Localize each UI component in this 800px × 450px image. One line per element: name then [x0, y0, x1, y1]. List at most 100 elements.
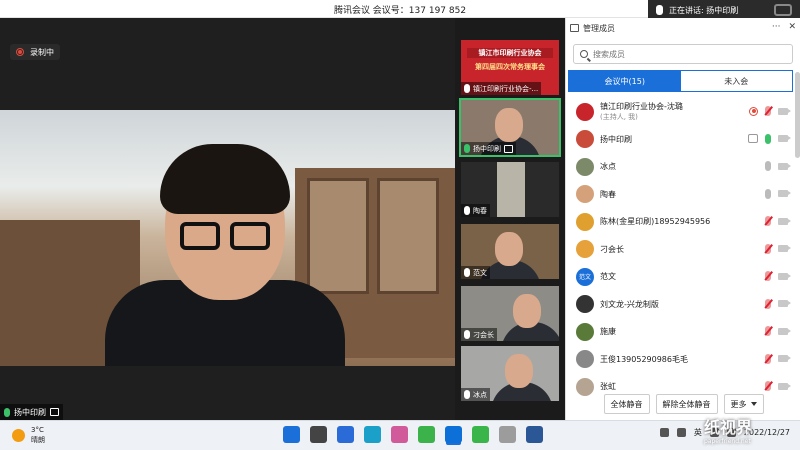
more-icon[interactable]: ···	[772, 22, 781, 32]
mic-muted-icon[interactable]	[765, 353, 771, 364]
main-video[interactable]	[0, 110, 455, 366]
video-thumbnails: 镇江市印刷行业协会 第四届四次常务理事会 镇江印刷行业协会-... 扬中印刷 陶…	[455, 18, 565, 420]
member-row[interactable]: 王俊13905290986毛毛	[566, 346, 794, 374]
windows-start-icon[interactable]	[283, 426, 300, 443]
camera-icon[interactable]	[778, 382, 791, 390]
avatar: 范文	[576, 267, 594, 286]
thumbnail-label: 陶春	[461, 204, 490, 217]
thumbnail-tile[interactable]: 刁会长	[461, 286, 559, 341]
tencent-meeting-icon[interactable]	[445, 426, 462, 443]
thumbnail-tile[interactable]: 冰点	[461, 346, 559, 401]
thumbnail-tile[interactable]: 范文	[461, 224, 559, 279]
member-search[interactable]	[573, 44, 793, 64]
tab-in-meeting[interactable]: 会议中(15)	[569, 71, 681, 91]
member-tabs: 会议中(15) 未入会	[568, 70, 793, 92]
app-icon[interactable]	[499, 426, 516, 443]
thumbnail-tile[interactable]: 扬中印刷	[459, 98, 561, 157]
mic-icon[interactable]	[765, 188, 771, 199]
member-row[interactable]: 扬中印刷	[566, 126, 794, 154]
recording-indicator[interactable]: 录制中	[10, 44, 60, 60]
task-view-icon[interactable]	[310, 426, 327, 443]
edge-browser-icon[interactable]	[364, 426, 381, 443]
camera-icon[interactable]	[778, 272, 791, 280]
screen-icon	[504, 144, 513, 153]
sun-icon	[12, 428, 25, 442]
main-speaker-namebar: 扬中印刷	[0, 404, 63, 420]
search-input[interactable]	[593, 49, 773, 59]
mic-icon	[656, 5, 663, 15]
avatar	[576, 157, 594, 176]
mic-icon	[464, 268, 470, 277]
cloud-icon[interactable]	[659, 428, 669, 437]
word-icon[interactable]	[526, 426, 543, 443]
unmute-all-button[interactable]: 解除全体静音	[655, 394, 718, 414]
member-row[interactable]: 冰点	[566, 153, 794, 181]
mic-tray-icon[interactable]	[676, 428, 686, 437]
mute-all-button[interactable]: 全体静音	[603, 394, 650, 414]
camera-icon[interactable]	[778, 217, 791, 225]
recording-label: 录制中	[30, 47, 54, 57]
member-role: (主持人, 我)	[600, 113, 638, 122]
member-name: 陈林(金星印刷)18952945956	[600, 217, 711, 227]
mic-muted-icon[interactable]	[765, 298, 771, 309]
camera-icon[interactable]	[778, 245, 791, 252]
speaker-figure	[105, 144, 345, 366]
camera-icon[interactable]	[778, 327, 791, 335]
wechat-icon[interactable]	[472, 426, 489, 443]
mic-icon[interactable]	[765, 133, 771, 144]
banner-line-1: 镇江市印刷行业协会	[467, 48, 553, 58]
member-list: 镇江印刷行业协会-沈璐 (主持人, 我) 扬中印刷冰点陶春陈林(金星印刷)18952…	[566, 98, 794, 400]
thumbnail-tile[interactable]: 镇江市印刷行业协会 第四届四次常务理事会 镇江印刷行业协会-...	[461, 40, 559, 95]
scrollbar[interactable]	[795, 72, 800, 158]
avatar	[576, 350, 594, 369]
camera-icon[interactable]	[778, 355, 791, 362]
app-icon[interactable]	[391, 426, 408, 443]
member-name: 施康	[600, 327, 616, 337]
camera-icon[interactable]	[778, 135, 791, 142]
camera-icon[interactable]	[778, 190, 791, 197]
mic-muted-icon[interactable]	[765, 271, 771, 281]
weather-widget[interactable]: 3°C 晴朗	[12, 425, 45, 445]
tab-not-joined[interactable]: 未入会	[681, 71, 793, 91]
members-panel: 管理成员 ··· ✕ 会议中(15) 未入会 镇江印刷行业协会-沈璐(主持人, …	[565, 18, 800, 420]
input-language[interactable]: 英	[694, 427, 702, 438]
taskbar: 3°C 晴朗 英 2022/12/27	[0, 420, 800, 450]
member-name: 范文	[600, 272, 616, 282]
screen-share-icon	[748, 134, 758, 143]
camera-icon[interactable]	[778, 107, 791, 115]
avatar	[576, 212, 594, 231]
member-name: 冰点	[600, 162, 616, 172]
member-row[interactable]: 范文 范文	[566, 263, 794, 291]
panel-window-controls: ··· ✕	[772, 22, 796, 32]
thumbnail-label: 扬中印刷	[461, 142, 516, 155]
camera-icon[interactable]	[778, 300, 791, 307]
search-icon	[580, 50, 588, 58]
mic-muted-icon[interactable]	[765, 381, 771, 391]
record-icon	[16, 48, 24, 56]
member-row[interactable]: 陈林(金星印刷)18952945956	[566, 208, 794, 236]
thumbnail-tile[interactable]: 陶春	[461, 162, 559, 217]
thumbnail-label: 镇江印刷行业协会-...	[461, 82, 542, 95]
mic-icon	[464, 84, 470, 93]
app-icon[interactable]	[337, 426, 354, 443]
more-button[interactable]: 更多	[723, 394, 764, 414]
chevron-down-icon	[750, 402, 757, 406]
speaking-indicator: 正在讲话: 扬中印刷	[648, 0, 800, 20]
mic-icon	[464, 206, 470, 215]
camera-icon[interactable]	[778, 162, 791, 170]
mic-muted-icon[interactable]	[765, 216, 771, 226]
mic-icon[interactable]	[765, 161, 771, 171]
member-row[interactable]: 镇江印刷行业协会-沈璐 (主持人, 我)	[566, 98, 794, 126]
mic-muted-icon[interactable]	[765, 326, 771, 336]
member-row[interactable]: 刘文龙-兴龙制版	[566, 291, 794, 319]
app-icon[interactable]	[418, 426, 435, 443]
avatar	[576, 322, 594, 341]
mic-muted-icon[interactable]	[765, 106, 771, 116]
member-row[interactable]: 陶春	[566, 181, 794, 209]
member-row[interactable]: 施康	[566, 318, 794, 346]
member-row[interactable]: 刁会长	[566, 236, 794, 264]
member-name: 王俊13905290986毛毛	[600, 354, 688, 364]
close-icon[interactable]: ✕	[788, 22, 796, 32]
mic-muted-icon[interactable]	[765, 243, 771, 254]
members-icon	[570, 24, 579, 32]
